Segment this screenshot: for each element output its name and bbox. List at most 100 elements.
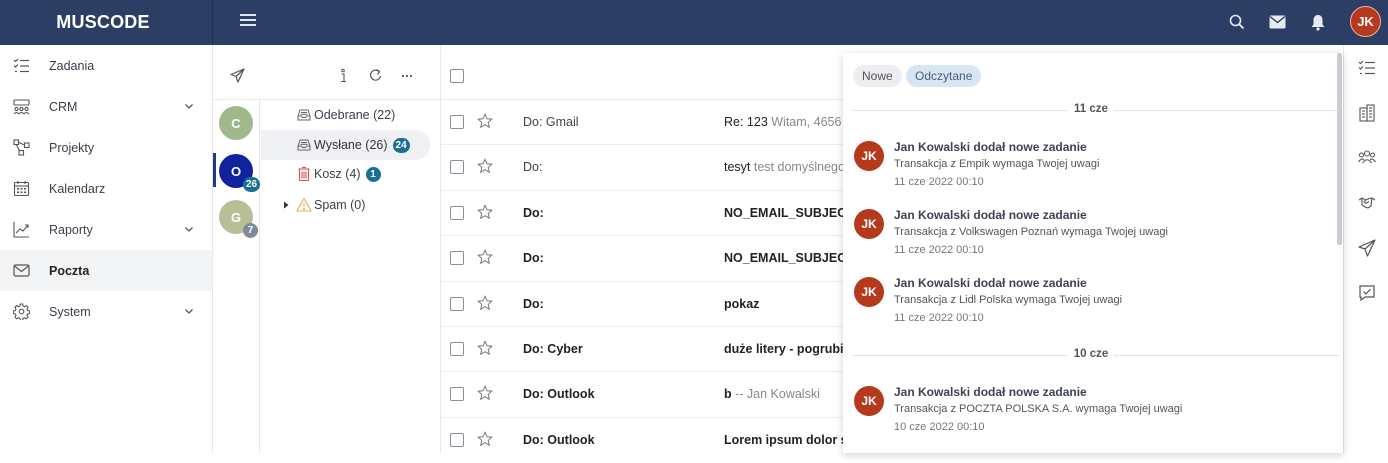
sidebar-item-label: Poczta [49, 263, 90, 278]
sidebar-item-label: Kalendarz [49, 181, 106, 196]
row-checkbox[interactable] [450, 205, 464, 220]
chevron-down-icon[interactable] [184, 101, 194, 111]
row-checkbox[interactable] [450, 251, 464, 266]
sidebar-item-label: CRM [49, 99, 78, 114]
recipient: Do: [523, 205, 544, 220]
send-icon[interactable] [1358, 239, 1376, 257]
unread-count-badge: 24 [392, 137, 410, 153]
mail-icon[interactable] [1267, 12, 1287, 32]
mail-toolbar [213, 45, 441, 100]
compose-send-icon[interactable] [230, 68, 245, 83]
sidebar-item-projekty[interactable]: Projekty [0, 127, 212, 168]
sidebar-item-poczta[interactable]: Poczta [0, 250, 212, 291]
account-avatar[interactable]: G 7 [219, 200, 258, 238]
subject: duże litery - pogrubie [724, 341, 844, 356]
subject: NO_EMAIL_SUBJECT [724, 205, 844, 220]
notification-time: 11 cze 2022 00:10 [894, 176, 984, 188]
users-icon[interactable] [1358, 148, 1376, 166]
select-all-checkbox[interactable] [450, 69, 464, 83]
handshake-icon[interactable] [1358, 194, 1376, 212]
row-checkbox[interactable] [450, 432, 464, 447]
subject: pokaz [724, 296, 760, 311]
chevron-down-icon[interactable] [184, 306, 194, 316]
table-row[interactable]: Do: Outlook b -- Jan Kowalski [441, 372, 843, 418]
star-icon[interactable] [477, 158, 493, 174]
top-bar: MUSCODE JK [0, 0, 1388, 45]
sidebar-item-crm[interactable]: CRM [0, 86, 212, 127]
bell-icon[interactable] [1308, 12, 1328, 32]
scrollbar[interactable] [1337, 53, 1342, 245]
star-icon[interactable] [477, 385, 493, 401]
folder-odebrane[interactable]: Odebrane (22) [296, 100, 395, 130]
table-row[interactable]: Do: NO_EMAIL_SUBJECT [441, 236, 844, 282]
sidebar-item-system[interactable]: System [0, 291, 212, 332]
account-avatar[interactable]: C [219, 106, 253, 140]
sidebar-item-label: System [49, 304, 91, 319]
notification-item[interactable]: JK Jan Kowalski dodał nowe zadanie Trans… [854, 208, 1324, 269]
star-icon[interactable] [477, 249, 493, 265]
refresh-icon[interactable] [368, 68, 383, 83]
subject: Lorem ipsum dolor si [724, 432, 844, 447]
chevron-down-icon[interactable] [184, 224, 194, 234]
email-list: Do: Gmail Re: 123 Witam, 4656 Do: tesyt … [441, 45, 844, 453]
notification-time: 10 cze 2022 00:10 [894, 421, 985, 433]
subject: Re: 123 Witam, 4656 [724, 115, 842, 129]
avatar: JK [854, 386, 884, 416]
notification-title: Jan Kowalski dodał nowe zadanie [894, 140, 1087, 154]
sidebar-item-zadania[interactable]: Zadania [0, 45, 212, 86]
more-icon[interactable] [401, 74, 413, 78]
table-row[interactable]: Do: Gmail Re: 123 Witam, 4656 [441, 100, 843, 146]
unread-count-badge: 1 [365, 166, 381, 182]
star-icon[interactable] [477, 113, 493, 129]
recipient: Do: Outlook [523, 387, 595, 402]
folder-kosz[interactable]: Kosz (4) 1 [296, 159, 381, 189]
star-icon[interactable] [477, 430, 493, 447]
row-checkbox[interactable] [450, 160, 464, 175]
buildings-icon[interactable] [1358, 104, 1376, 122]
table-row[interactable]: Do: pokaz [441, 282, 843, 327]
star-icon[interactable] [477, 340, 493, 356]
row-checkbox[interactable] [450, 296, 464, 311]
notification-item[interactable]: JK Jan Kowalski dodał nowe zadanie Trans… [854, 140, 1324, 201]
sidebar: Zadania CRM Projekty Kalendarz Raporty P… [0, 45, 213, 453]
search-icon[interactable] [1227, 12, 1247, 32]
folder-spam[interactable]: Spam (0) [281, 190, 365, 220]
notification-description: Transakcja z Lidl Polska wymaga Twojej u… [894, 294, 1123, 306]
subject: b -- Jan Kowalski [724, 387, 820, 402]
table-row[interactable]: Do: tesyt test domyślnego [441, 145, 844, 191]
info-icon[interactable] [338, 68, 348, 84]
notification-panel: Nowe Odczytane 11 cze JK Jan Kowalski do… [843, 53, 1343, 453]
tasks-icon [13, 58, 29, 73]
tasks-icon[interactable] [1358, 59, 1376, 77]
notification-description: Transakcja z Empik wymaga Twojej uwagi [894, 158, 1100, 170]
tab-odczytane[interactable]: Odczytane [906, 65, 982, 87]
table-row[interactable]: Do: Cyber duże litery - pogrubie [441, 327, 844, 373]
star-icon[interactable] [477, 294, 493, 311]
app-logo[interactable]: MUSCODE [56, 12, 149, 33]
notification-item[interactable]: JK Jan Kowalski dodał nowe zadanie Trans… [854, 276, 1324, 337]
star-icon[interactable] [477, 203, 493, 220]
table-row[interactable]: Do: Outlook Lorem ipsum dolor si [441, 418, 844, 463]
caret-right-icon[interactable] [281, 200, 291, 210]
row-checkbox[interactable] [450, 341, 464, 356]
sidebar-item-raporty[interactable]: Raporty [0, 209, 212, 250]
sidebar-item-label: Zadania [49, 58, 95, 73]
chat-check-icon[interactable] [1358, 284, 1376, 302]
row-checkbox[interactable] [450, 387, 464, 402]
folder-wyslane[interactable]: Wysłane (26) 24 [261, 130, 430, 160]
notification-title: Jan Kowalski dodał nowe zadanie [894, 208, 1087, 222]
table-row[interactable]: Do: NO_EMAIL_SUBJECT [441, 191, 844, 237]
email-list-header [441, 45, 843, 100]
avatar: JK [854, 141, 884, 171]
tab-nowe[interactable]: Nowe [853, 65, 902, 87]
menu-toggle-icon[interactable] [240, 14, 256, 30]
notification-item[interactable]: JK Jan Kowalski dodał nowe zadanie Trans… [854, 385, 1324, 446]
row-checkbox[interactable] [450, 115, 464, 129]
notification-title: Jan Kowalski dodał nowe zadanie [894, 276, 1087, 290]
unread-count-badge: 7 [243, 223, 258, 238]
sidebar-item-kalendarz[interactable]: Kalendarz [0, 168, 212, 209]
account-avatar[interactable]: O 26 [219, 154, 261, 192]
user-avatar[interactable]: JK [1350, 6, 1381, 37]
warning-icon [296, 197, 312, 212]
notification-time: 11 cze 2022 00:10 [894, 244, 984, 256]
